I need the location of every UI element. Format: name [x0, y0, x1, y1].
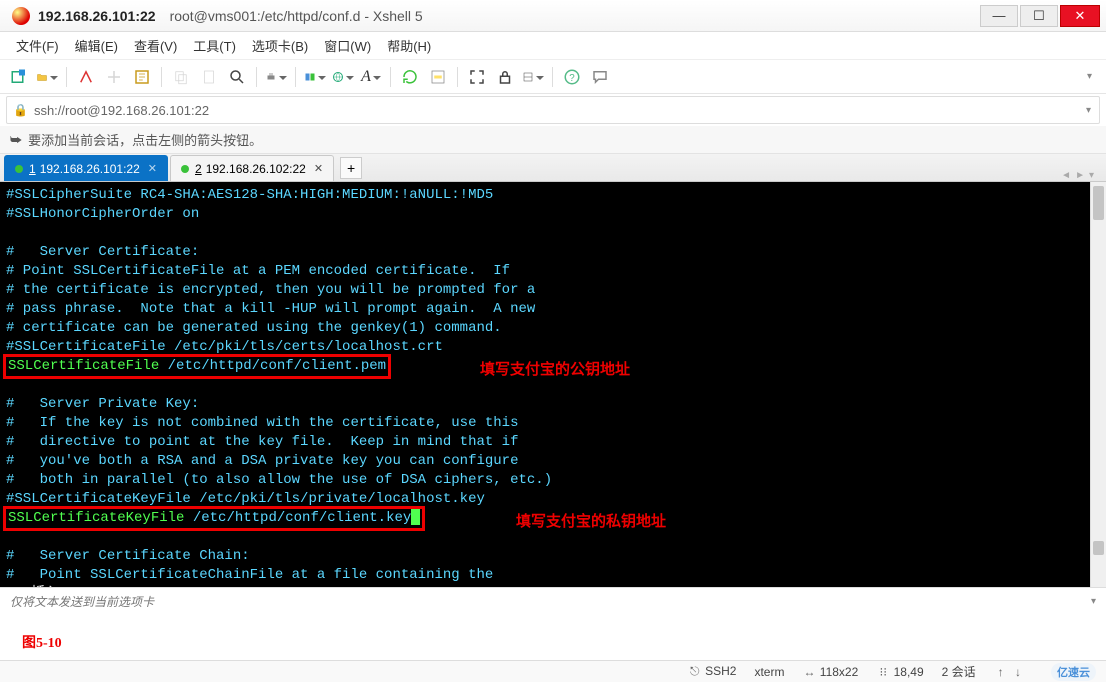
- fullscreen-icon[interactable]: [466, 66, 488, 88]
- find-icon[interactable]: [226, 66, 248, 88]
- help-icon[interactable]: ?: [561, 66, 583, 88]
- status-sessions: 2 会话: [942, 663, 976, 680]
- lock-small-icon: 🔒: [13, 103, 28, 117]
- status-cursor: ⁝⁝ 18,49: [876, 665, 923, 679]
- tab-close-icon[interactable]: ✕: [148, 162, 157, 175]
- tab-num: 2: [195, 162, 202, 176]
- separator: [457, 67, 458, 87]
- menu-tabs[interactable]: 选项卡(B): [246, 32, 314, 59]
- menu-view[interactable]: 查看(V): [128, 32, 183, 59]
- menu-tools[interactable]: 工具(T): [187, 32, 242, 59]
- compose-dropdown[interactable]: ▾: [1081, 596, 1106, 607]
- properties-icon[interactable]: [131, 66, 153, 88]
- arrow-down-icon: ↓: [1011, 665, 1025, 679]
- window-title-path: root@vms001:/etc/httpd/conf.d - Xshell 5: [170, 8, 423, 24]
- app-icon: [12, 7, 30, 25]
- layout-icon[interactable]: [522, 66, 544, 88]
- address-dropdown[interactable]: ▾: [1078, 105, 1099, 116]
- status-term: xterm: [754, 665, 784, 679]
- new-session-icon[interactable]: [8, 66, 30, 88]
- terminal-cursor: [411, 509, 420, 525]
- tab-num: 1: [29, 162, 36, 176]
- cert-file-box: SSLCertificateFile /etc/httpd/conf/clien…: [6, 357, 388, 376]
- session-tabs: 1 192.168.26.101:22 ✕ 2 192.168.26.102:2…: [0, 154, 1106, 182]
- maximize-button[interactable]: ☐: [1020, 5, 1058, 27]
- compose-input[interactable]: [0, 595, 1081, 609]
- paste-icon[interactable]: [198, 66, 220, 88]
- link-icon: ⎋: [688, 664, 702, 679]
- menu-window[interactable]: 窗口(W): [318, 32, 377, 59]
- font-icon[interactable]: A: [360, 66, 382, 88]
- separator: [66, 67, 67, 87]
- refresh-icon[interactable]: [399, 66, 421, 88]
- vim-status-line: -- 插入 --109,4945%: [6, 585, 1100, 587]
- tab-list-icon[interactable]: ▾: [1089, 170, 1094, 181]
- globe-icon[interactable]: [332, 66, 354, 88]
- separator: [295, 67, 296, 87]
- status-dot-icon: [181, 165, 189, 173]
- compose-bar: ▾: [0, 587, 1106, 615]
- tab-label: 192.168.26.101:22: [40, 162, 140, 176]
- window-title-host: 192.168.26.101:22: [38, 8, 156, 24]
- annotation-public-key: 填写支付宝的公钥地址: [480, 358, 630, 379]
- hint-arrow-icon[interactable]: ⮩: [10, 132, 22, 148]
- cursor-icon: ⁝⁝: [876, 665, 890, 679]
- terminal-scrollbar[interactable]: [1090, 182, 1106, 587]
- address-url[interactable]: ssh://root@192.168.26.101:22: [34, 103, 1078, 118]
- copy-icon[interactable]: [170, 66, 192, 88]
- disconnect-icon[interactable]: [103, 66, 125, 88]
- menu-help[interactable]: 帮助(H): [381, 32, 437, 59]
- terminal-wrap: #SSLCipherSuite RC4-SHA:AES128-SHA:HIGH:…: [0, 182, 1106, 587]
- minimize-button[interactable]: —: [980, 5, 1018, 27]
- tab-nav: ◄ ► ▾: [1053, 170, 1102, 181]
- figure-label: 图5-10: [22, 632, 62, 652]
- status-size: ↔ 118x22: [802, 665, 858, 679]
- transfer-icon[interactable]: [304, 66, 326, 88]
- annotation-private-key: 填写支付宝的私钥地址: [516, 510, 666, 531]
- status-bar: ⎋ SSH2 xterm ↔ 118x22 ⁝⁝ 18,49 2 会话 ↑ ↓ …: [0, 660, 1106, 682]
- status-proto: ⎋ SSH2: [688, 664, 737, 679]
- status-dot-icon: [15, 165, 23, 173]
- print-icon[interactable]: [265, 66, 287, 88]
- separator: [161, 67, 162, 87]
- provider-logo: 亿速云: [1051, 663, 1096, 681]
- address-bar[interactable]: 🔒 ssh://root@192.168.26.101:22 ▾: [6, 96, 1100, 124]
- key-file-box: SSLCertificateKeyFile /etc/httpd/conf/cl…: [6, 509, 422, 528]
- separator: [390, 67, 391, 87]
- session-tab-2[interactable]: 2 192.168.26.102:22 ✕: [170, 155, 334, 181]
- hint-bar: ⮩ 要添加当前会话，点击左侧的箭头按钮。: [0, 126, 1106, 154]
- toolbar: A ? ▾: [0, 60, 1106, 94]
- open-session-icon[interactable]: [36, 66, 58, 88]
- session-tab-1[interactable]: 1 192.168.26.101:22 ✕: [4, 155, 168, 181]
- arrow-up-icon: ↑: [994, 665, 1008, 679]
- menubar: 文件(F) 编辑(E) 查看(V) 工具(T) 选项卡(B) 窗口(W) 帮助(…: [0, 32, 1106, 60]
- svg-text:?: ?: [569, 72, 575, 83]
- tab-prev-icon[interactable]: ◄: [1061, 170, 1071, 181]
- separator: [552, 67, 553, 87]
- chat-icon[interactable]: [589, 66, 611, 88]
- reconnect-icon[interactable]: [75, 66, 97, 88]
- menu-file[interactable]: 文件(F): [10, 32, 65, 59]
- window-controls: — ☐ ✕: [980, 5, 1106, 27]
- titlebar: 192.168.26.101:22 root@vms001:/etc/httpd…: [0, 0, 1106, 32]
- highlight-icon[interactable]: [427, 66, 449, 88]
- size-icon: ↔: [802, 665, 816, 679]
- tab-close-icon[interactable]: ✕: [314, 162, 323, 175]
- tab-label: 192.168.26.102:22: [206, 162, 306, 176]
- close-button[interactable]: ✕: [1060, 5, 1100, 27]
- separator: [256, 67, 257, 87]
- add-tab-button[interactable]: +: [340, 157, 362, 179]
- status-net: ↑ ↓: [994, 665, 1025, 679]
- lock-icon[interactable]: [494, 66, 516, 88]
- hint-text: 要添加当前会话，点击左侧的箭头按钮。: [28, 130, 262, 149]
- toolbar-overflow[interactable]: ▾: [1087, 71, 1098, 82]
- menu-edit[interactable]: 编辑(E): [69, 32, 124, 59]
- tab-next-icon[interactable]: ►: [1075, 170, 1085, 181]
